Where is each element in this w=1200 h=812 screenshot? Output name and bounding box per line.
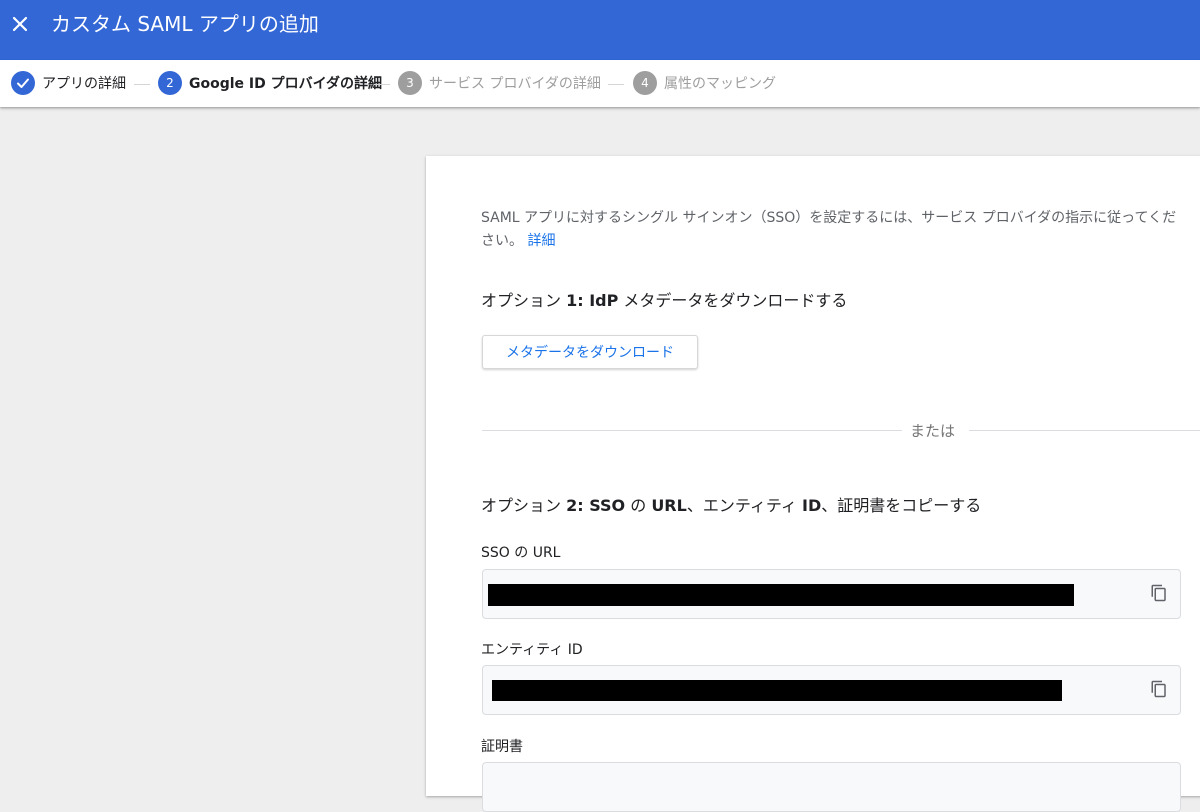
option2-mid2: 、エンティティ <box>686 496 802 515</box>
certificate-field[interactable] <box>482 762 1181 812</box>
option2-bold-url: URL <box>651 496 687 515</box>
step-number: 4 <box>633 71 657 95</box>
sso-url-field[interactable] <box>482 569 1181 619</box>
option2-bold-id: ID <box>802 496 822 515</box>
stepper: アプリの詳細 2 Google ID プロバイダの詳細 3 サービス プロバイダ… <box>0 60 1200 107</box>
check-icon <box>17 78 29 88</box>
option2-mid1: の <box>625 496 652 515</box>
copy-icon[interactable] <box>1150 680 1168 698</box>
option2-prefix: オプション <box>481 496 567 515</box>
sso-url-label: SSO の URL <box>481 545 561 561</box>
close-button[interactable] <box>8 12 32 36</box>
download-metadata-button[interactable]: メタデータをダウンロード <box>482 335 698 369</box>
idp-details-card: SAML アプリに対するシングル サインオン（SSO）を設定するには、サービス … <box>426 156 1200 812</box>
certificate-label: 証明書 <box>481 739 523 755</box>
step-label: 属性のマッピング <box>664 76 776 92</box>
sso-url-value-redacted <box>488 584 1074 606</box>
entity-id-label: エンティティ ID <box>481 642 583 658</box>
step-attribute-mapping[interactable]: 4 属性のマッピング <box>633 71 776 95</box>
step-label: Google ID プロバイダの詳細 <box>189 76 383 92</box>
app-bar: カスタム SAML アプリの追加 <box>0 0 1200 60</box>
step-1-complete-indicator <box>11 71 35 95</box>
close-icon[interactable] <box>12 16 28 32</box>
learn-more-link[interactable]: 詳細 <box>527 233 555 249</box>
page-title: カスタム SAML アプリの追加 <box>51 12 319 36</box>
intro-description: SAML アプリに対するシングル サインオン（SSO）を設定するには、サービス … <box>481 210 1177 249</box>
step-app-details[interactable]: アプリの詳細 <box>11 71 126 95</box>
option1-bold: 1: IdP <box>566 291 619 310</box>
or-divider-text: または <box>910 422 956 440</box>
step-number: 3 <box>398 71 422 95</box>
step-google-idp-details[interactable]: 2 Google ID プロバイダの詳細 <box>158 71 382 95</box>
option1-suffix: メタデータをダウンロードする <box>618 291 848 310</box>
entity-id-field[interactable] <box>482 665 1181 715</box>
intro-text: SAML アプリに対するシングル サインオン（SSO）を設定するには、サービス … <box>481 207 1181 253</box>
step-service-provider-details[interactable]: 3 サービス プロバイダの詳細 <box>398 71 601 95</box>
step-connector <box>608 84 624 85</box>
divider-right <box>969 430 1200 431</box>
divider-left <box>482 430 902 431</box>
step-label: サービス プロバイダの詳細 <box>429 76 601 92</box>
option1-prefix: オプション <box>481 291 567 310</box>
option2-heading: オプション 2: SSO の URL、エンティティ ID、証明書をコピーする <box>481 492 981 516</box>
option2-suffix: 、証明書をコピーする <box>821 496 982 515</box>
option1-heading: オプション 1: IdP メタデータをダウンロードする <box>481 287 847 311</box>
step-number: 2 <box>158 71 182 95</box>
step-connector <box>134 84 150 85</box>
entity-id-value-redacted <box>492 680 1062 701</box>
step-connector <box>374 84 390 85</box>
copy-icon[interactable] <box>1150 584 1168 602</box>
option2-bold-sso: 2: SSO <box>566 496 626 515</box>
step-label: アプリの詳細 <box>42 76 126 92</box>
